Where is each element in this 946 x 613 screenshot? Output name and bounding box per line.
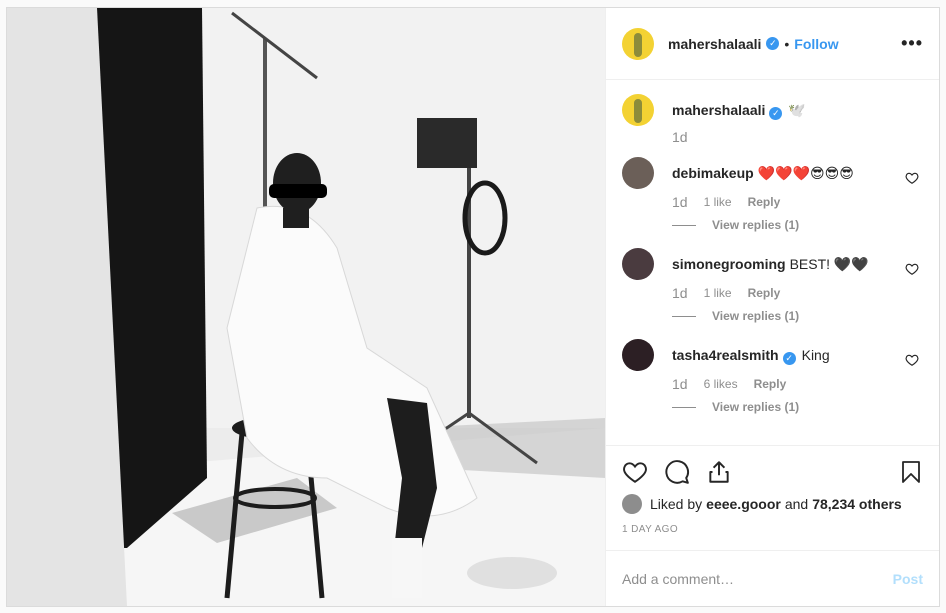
- comment-username[interactable]: tasha4realsmith: [672, 347, 779, 363]
- share-icon[interactable]: [706, 459, 732, 485]
- caption-age: 1d: [672, 129, 688, 145]
- post-comment-button[interactable]: Post: [893, 571, 923, 587]
- comment-like-heart-icon[interactable]: [905, 262, 919, 276]
- more-horizontal-icon[interactable]: •••: [901, 33, 923, 54]
- commenter-avatar[interactable]: [622, 339, 654, 371]
- verified-badge-icon: ✓: [782, 352, 796, 365]
- comment-icon[interactable]: [664, 459, 690, 485]
- liker-avatar[interactable]: [622, 494, 642, 514]
- photo-illustration: [7, 8, 605, 606]
- view-replies-button[interactable]: View replies (1): [712, 218, 799, 232]
- view-replies-button[interactable]: View replies (1): [712, 400, 799, 414]
- comment-text: BEST! 🖤🖤: [789, 256, 869, 272]
- caption-text: 🕊️: [788, 102, 806, 118]
- author-avatar[interactable]: [622, 27, 654, 60]
- comment-username[interactable]: debimakeup: [672, 165, 754, 181]
- post-modal: mahershalaali ✓ • Follow ••• mahershalaa…: [6, 7, 940, 607]
- author-username[interactable]: mahershalaali: [668, 36, 761, 52]
- comment-item: simonegrooming BEST! 🖤🖤 1d 1 like Reply Vie…: [622, 248, 923, 323]
- comment-age: 1d: [672, 285, 688, 301]
- comment-username[interactable]: simonegrooming: [672, 256, 786, 272]
- comment-item: debimakeup ❤️❤️❤️😎😎😎 1d 1 like Reply View r…: [622, 157, 923, 232]
- comment-text: King: [801, 347, 830, 363]
- comments-list: mahershalaali ✓ 🕊️ 1d debimakeup ❤️❤️❤️😎😎😎 …: [606, 80, 939, 445]
- caption-username[interactable]: mahershalaali: [672, 102, 765, 118]
- likes-count-button[interactable]: 78,234 others: [812, 496, 902, 512]
- comment-likes[interactable]: 1 like: [704, 195, 732, 209]
- comment-text: ❤️❤️❤️😎😎😎: [757, 165, 854, 181]
- post-photo[interactable]: [7, 8, 605, 606]
- comment-like-heart-icon[interactable]: [905, 171, 919, 185]
- comment-input[interactable]: [622, 570, 893, 587]
- heart-icon[interactable]: [622, 459, 648, 485]
- post-header: mahershalaali ✓ • Follow •••: [606, 8, 939, 80]
- add-comment-bar: Post: [606, 550, 939, 606]
- liker-username[interactable]: eeee.gooor: [706, 496, 781, 512]
- commenter-avatar[interactable]: [622, 157, 654, 189]
- verified-badge-icon: ✓: [766, 37, 780, 50]
- post-side-panel: mahershalaali ✓ • Follow ••• mahershalaa…: [605, 8, 939, 606]
- caption-avatar[interactable]: [622, 94, 654, 126]
- likes-and: and: [784, 496, 809, 512]
- comment-item: tasha4realsmith ✓ King 1d 6 likes Reply View…: [622, 339, 923, 414]
- comment-likes[interactable]: 6 likes: [704, 377, 738, 391]
- comment-like-heart-icon[interactable]: [905, 353, 919, 367]
- post-timestamp[interactable]: 1 DAY AGO: [622, 524, 923, 540]
- comment-age: 1d: [672, 376, 688, 392]
- follow-button[interactable]: Follow: [794, 36, 838, 52]
- comment-likes[interactable]: 1 like: [704, 286, 732, 300]
- reply-button[interactable]: Reply: [748, 195, 781, 209]
- likes-prefix: Liked by: [650, 496, 703, 512]
- bookmark-icon[interactable]: [899, 459, 923, 485]
- likes-summary: Liked by eeee.gooor and 78,234 others: [622, 492, 923, 516]
- verified-badge-icon: ✓: [769, 107, 783, 120]
- reply-button[interactable]: Reply: [748, 286, 781, 300]
- caption: mahershalaali ✓ 🕊️ 1d: [622, 94, 923, 145]
- post-actions: Liked by eeee.gooor and 78,234 others 1 …: [606, 445, 939, 540]
- reply-button[interactable]: Reply: [754, 377, 787, 391]
- view-replies-button[interactable]: View replies (1): [712, 309, 799, 323]
- commenter-avatar[interactable]: [622, 248, 654, 280]
- separator-dot: •: [784, 35, 790, 52]
- comment-age: 1d: [672, 194, 688, 210]
